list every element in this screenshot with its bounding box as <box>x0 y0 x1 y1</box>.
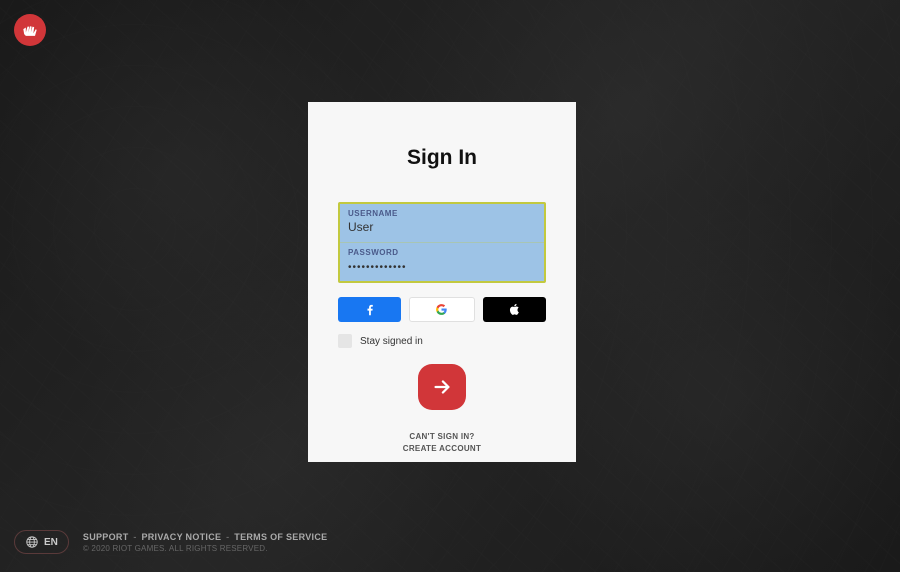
stay-signed-in-checkbox[interactable] <box>338 334 352 348</box>
password-label: PASSWORD <box>348 248 536 257</box>
footer-text: SUPPORT - PRIVACY NOTICE - TERMS OF SERV… <box>83 532 328 553</box>
help-links: CAN'T SIGN IN? CREATE ACCOUNT <box>338 432 546 453</box>
password-input[interactable] <box>348 262 536 273</box>
fist-icon <box>20 20 40 40</box>
google-icon <box>435 303 448 316</box>
stay-signed-in-row: Stay signed in <box>338 334 546 348</box>
separator: - <box>226 532 229 542</box>
copyright: © 2020 RIOT GAMES. ALL RIGHTS RESERVED. <box>83 544 328 553</box>
password-field[interactable]: PASSWORD <box>340 242 544 281</box>
separator: - <box>133 532 136 542</box>
cant-sign-in-link[interactable]: CAN'T SIGN IN? <box>338 432 546 441</box>
language-selector[interactable]: EN <box>14 530 69 554</box>
signin-card: Sign In USERNAME PASSWORD <box>308 102 576 462</box>
facebook-icon <box>363 303 377 317</box>
username-field[interactable]: USERNAME <box>340 204 544 242</box>
privacy-link[interactable]: PRIVACY NOTICE <box>141 532 221 542</box>
globe-icon <box>25 535 39 549</box>
social-login-row <box>338 297 546 322</box>
facebook-login-button[interactable] <box>338 297 401 322</box>
apple-icon <box>508 303 521 316</box>
username-input[interactable] <box>348 220 536 234</box>
footer: EN SUPPORT - PRIVACY NOTICE - TERMS OF S… <box>14 530 327 554</box>
signin-title: Sign In <box>338 146 546 170</box>
google-login-button[interactable] <box>409 297 474 322</box>
submit-button[interactable] <box>418 364 466 410</box>
support-link[interactable]: SUPPORT <box>83 532 129 542</box>
riot-logo[interactable] <box>14 14 46 46</box>
terms-link[interactable]: TERMS OF SERVICE <box>234 532 327 542</box>
stay-signed-in-label: Stay signed in <box>360 336 423 347</box>
apple-login-button[interactable] <box>483 297 546 322</box>
arrow-right-icon <box>431 376 453 398</box>
language-code: EN <box>44 537 58 548</box>
credentials-group: USERNAME PASSWORD <box>338 202 546 283</box>
create-account-link[interactable]: CREATE ACCOUNT <box>338 444 546 453</box>
username-label: USERNAME <box>348 209 536 218</box>
